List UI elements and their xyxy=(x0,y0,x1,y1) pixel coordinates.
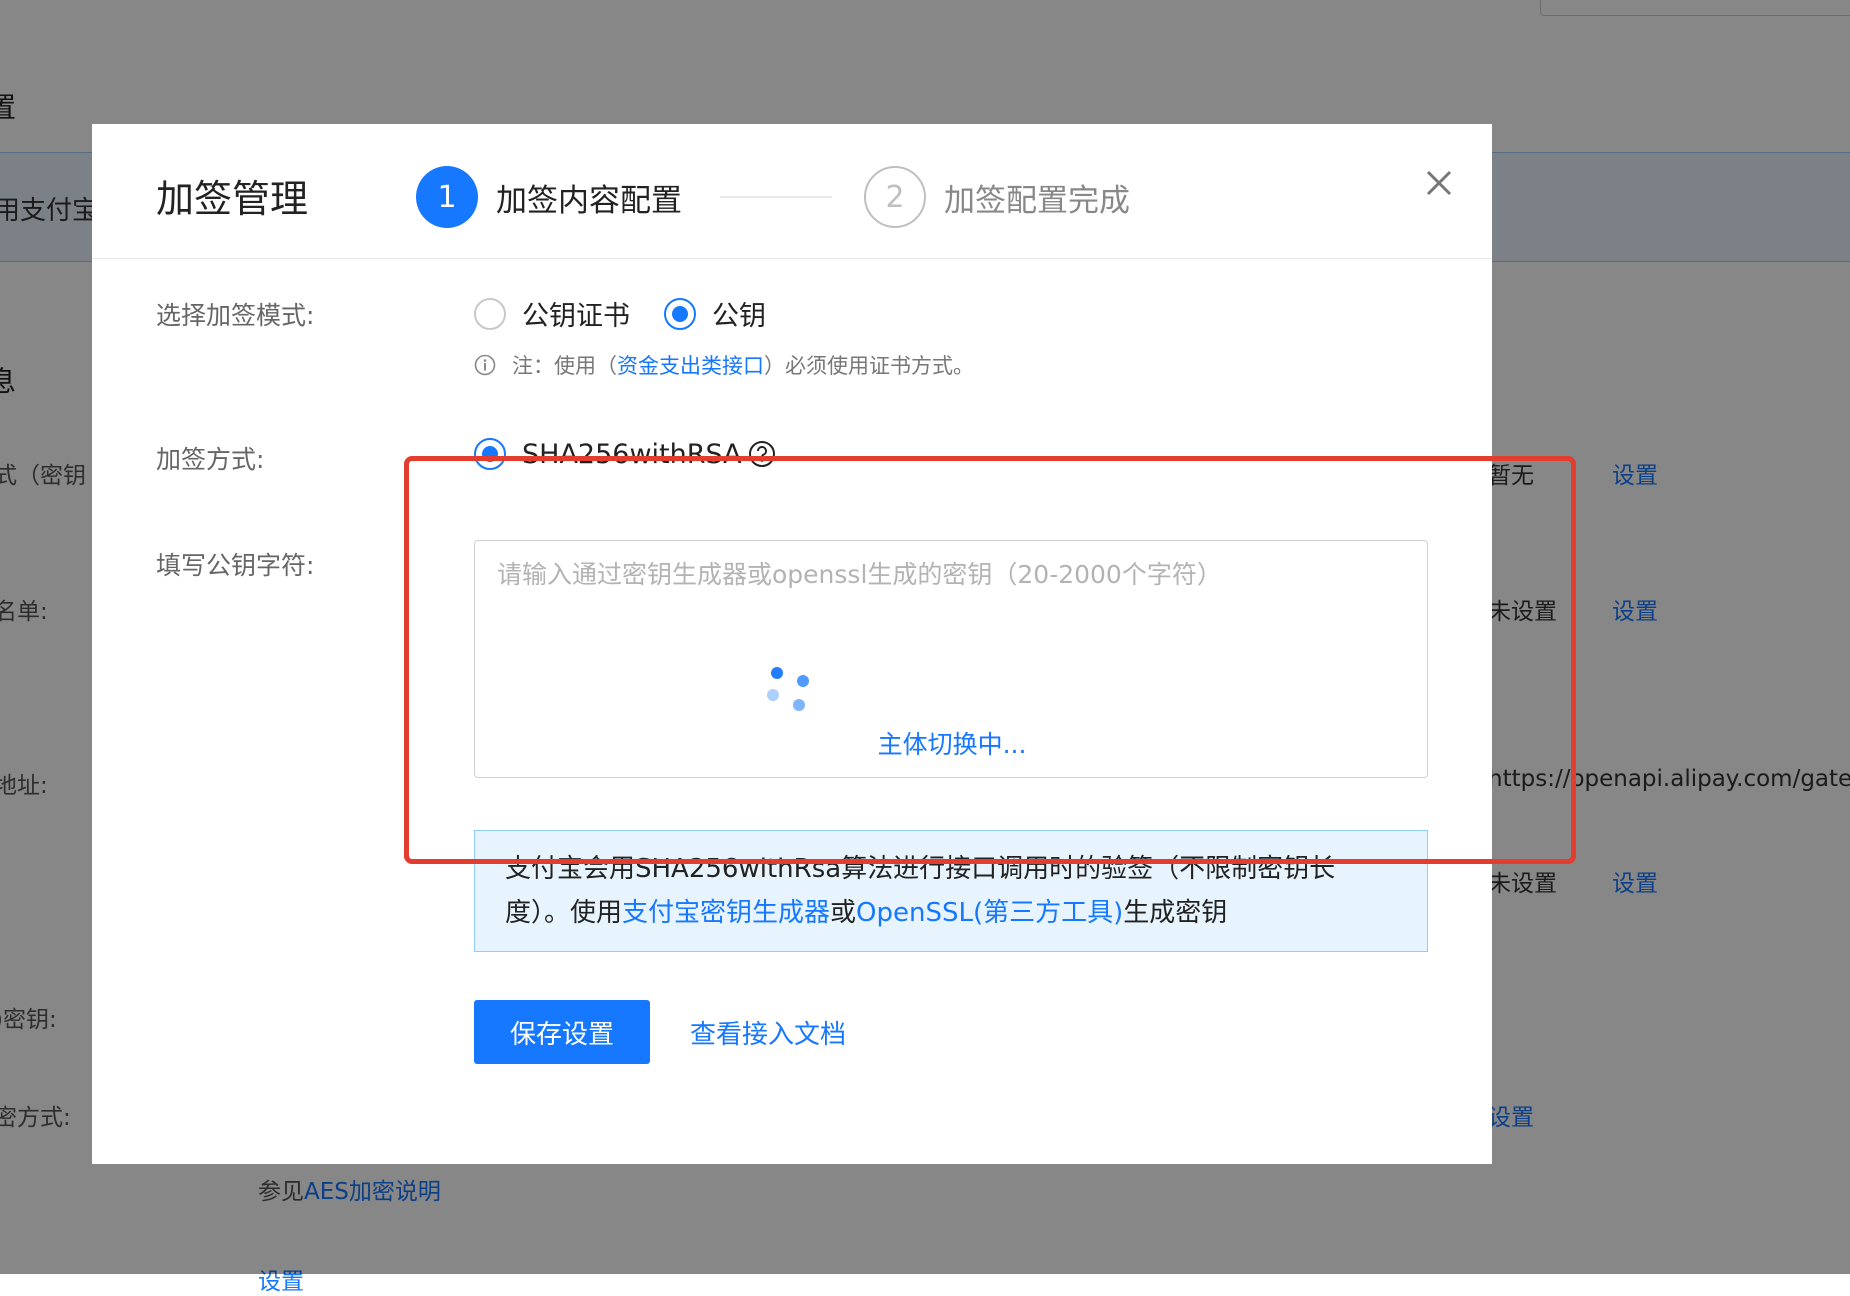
loading-spinner-icon xyxy=(767,665,815,713)
sign-method-label: 加签方式: xyxy=(156,445,265,474)
mode-note-suffix: ）必须使用证书方式。 xyxy=(764,354,974,378)
radio-public-key-cert-label[interactable]: 公钥证书 xyxy=(522,294,630,333)
sign-method-radio-group: SHA256withRSA xyxy=(474,438,776,470)
question-icon[interactable] xyxy=(748,440,776,468)
mode-note-prefix: 注：使用（ xyxy=(512,354,617,378)
step-1: 1 加签内容配置 xyxy=(416,164,682,230)
mode-note: 注：使用（ 资金支出类接口 ）必须使用证书方式。 xyxy=(474,350,974,380)
public-key-label: 填写公钥字符: xyxy=(156,551,315,580)
step-2-label: 加签配置完成 xyxy=(944,182,1130,219)
radio-sha256withrsa[interactable] xyxy=(474,438,506,470)
step-connector xyxy=(720,196,832,198)
radio-public-key[interactable] xyxy=(664,297,696,330)
sign-mode-radio-group: 公钥证书 公钥 xyxy=(474,294,800,333)
info-text-2: 或 xyxy=(830,898,857,928)
openssl-link[interactable]: OpenSSL(第三方工具) xyxy=(856,898,1123,928)
info-text-3: 生成密钥 xyxy=(1123,898,1228,928)
public-key-textarea-box: 主体切换中... xyxy=(474,540,1428,778)
modal-title: 加签管理 xyxy=(156,177,309,221)
info-icon xyxy=(474,354,496,376)
alipay-key-generator-link[interactable]: 支付宝密钥生成器 xyxy=(622,898,830,928)
view-docs-link[interactable]: 查看接入文档 xyxy=(690,1014,846,1051)
save-settings-button[interactable]: 保存设置 xyxy=(474,1000,650,1064)
step-2: 2 加签配置完成 xyxy=(864,164,1130,230)
step-1-number: 1 xyxy=(416,166,478,228)
loading-text: 主体切换中... xyxy=(877,730,1027,759)
radio-public-key-cert[interactable] xyxy=(474,297,506,330)
radio-public-key-label[interactable]: 公钥 xyxy=(712,294,766,333)
step-1-label: 加签内容配置 xyxy=(496,182,682,219)
fund-payout-api-link[interactable]: 资金支出类接口 xyxy=(617,350,764,380)
modal-header: 加签管理 1 加签内容配置 2 加签配置完成 xyxy=(92,124,1492,259)
step-2-number: 2 xyxy=(864,166,926,228)
close-icon[interactable] xyxy=(1414,158,1464,208)
sign-mode-label: 选择加签模式: xyxy=(156,301,315,330)
sign-management-modal: 加签管理 1 加签内容配置 2 加签配置完成 选择加签模式: 公钥证书 公钥 注… xyxy=(92,124,1492,1164)
info-alert: 支付宝会用SHA256withRsa算法进行接口调用时的验签（不限制密钥长度）。… xyxy=(474,830,1428,952)
radio-sha256withrsa-label[interactable]: SHA256withRSA xyxy=(522,439,742,470)
